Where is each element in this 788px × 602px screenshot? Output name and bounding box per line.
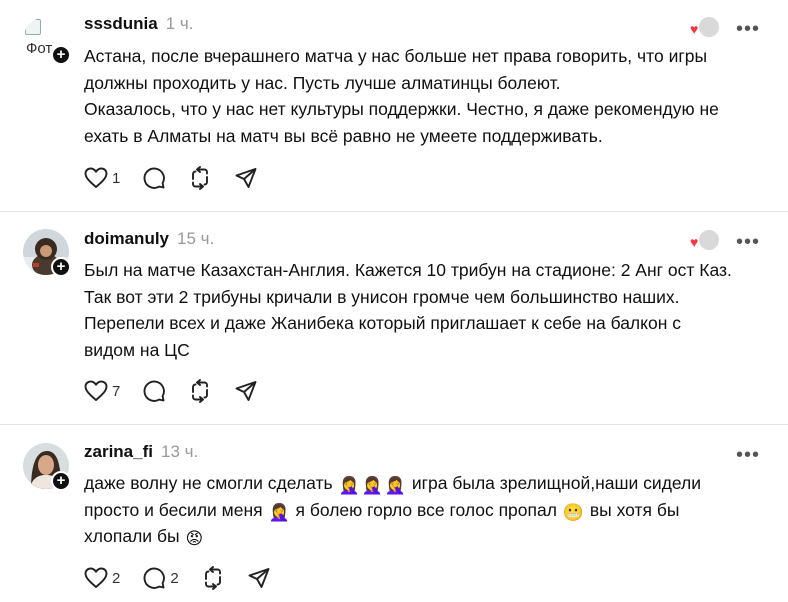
like-count: 7	[112, 382, 121, 400]
post-text-line: хлопали бы 😡	[84, 523, 774, 550]
comment-button[interactable]: 2	[142, 566, 179, 590]
heart-icon	[84, 167, 108, 188]
post-header: zarina_fi 13 ч.	[84, 442, 198, 464]
avatar-container[interactable]: +	[23, 443, 71, 491]
heart-icon	[84, 567, 108, 588]
timestamp[interactable]: 1 ч.	[166, 14, 194, 34]
repost-button[interactable]	[201, 566, 225, 590]
text-segment: я болею горло все голос пропал	[295, 499, 557, 520]
follow-plus-icon[interactable]: +	[51, 45, 71, 65]
reactors-indicator[interactable]: ♥	[690, 16, 720, 38]
grimace-emoji: 😬	[562, 502, 584, 522]
user-avatar-icon	[698, 229, 720, 251]
more-icon[interactable]: •••	[736, 445, 760, 465]
text-segment: просто и бесили меня	[84, 499, 263, 520]
facepalm-emoji: 🤦‍♀️	[338, 476, 360, 495]
action-bar: 1	[84, 166, 280, 190]
post-text-line: ехать в Алматы на матч вы всё равно не у…	[84, 125, 603, 146]
post-text-line: даже волну не смогли сделать 🤦‍♀️ 🤦‍♀️ 🤦‍♀…	[84, 470, 774, 497]
comment-button[interactable]	[142, 166, 166, 190]
like-count: 1	[112, 169, 121, 187]
post-text-line: видом на ЦС	[84, 339, 190, 360]
post-text: Астана, после вчерашнего матча у нас бол…	[84, 43, 774, 149]
post-header: sssdunia 1 ч.	[84, 14, 193, 36]
like-count: 2	[112, 569, 121, 587]
like-button[interactable]: 1	[84, 167, 120, 189]
post-zarina_fi: + zarina_fi 13 ч. ••• даже волну не смог…	[0, 425, 788, 602]
angry-emoji: 😡	[185, 529, 204, 548]
repost-icon	[192, 166, 209, 190]
avatar-alt-text: Фот	[26, 40, 53, 57]
action-bar: 2 2	[84, 566, 293, 590]
username[interactable]: sssdunia	[84, 14, 158, 34]
username[interactable]: zarina_fi	[84, 442, 153, 462]
more-icon[interactable]: •••	[736, 19, 760, 39]
share-icon	[248, 568, 270, 588]
username[interactable]: doimanuly	[84, 229, 169, 249]
comment-icon	[143, 167, 166, 189]
avatar-container[interactable]: +	[23, 229, 71, 277]
timestamp[interactable]: 13 ч.	[161, 442, 198, 462]
follow-plus-icon[interactable]: +	[51, 257, 71, 277]
post-text-line: должны проходить у нас. Пусть лучше алма…	[84, 72, 561, 93]
share-button[interactable]	[247, 566, 271, 590]
broken-image-icon	[25, 19, 41, 35]
post-text-line: просто и бесили меня 🤦‍♀️ я болею горло …	[84, 497, 774, 524]
post-doimanuly: + doimanuly 15 ч. ♥ ••• Был на матче Каз…	[0, 212, 788, 425]
facepalm-emoji: 🤦‍♀️	[361, 476, 383, 495]
follow-plus-icon[interactable]: +	[51, 471, 71, 491]
post-text-line: Астана, после вчерашнего матча у нас бол…	[84, 46, 708, 66]
share-button[interactable]	[234, 379, 258, 403]
avatar-container[interactable]: Фот +	[23, 17, 71, 65]
share-icon	[235, 168, 257, 188]
comment-button[interactable]	[142, 379, 166, 403]
text-segment: игра была зрелищной,наши сидели	[411, 473, 702, 493]
post-header: doimanuly 15 ч.	[84, 229, 214, 251]
like-button[interactable]: 7	[84, 380, 120, 402]
text-segment: хлопали бы	[84, 526, 180, 546]
post-text-line: Был на матче Казахстан-Англия. Кажется 1…	[84, 260, 732, 280]
post-text-line: Перепели всех и даже Жанибека который пр…	[84, 313, 682, 333]
reactors-indicator[interactable]: ♥	[690, 229, 720, 251]
user-avatar-icon	[698, 16, 720, 38]
action-bar: 7	[84, 379, 280, 403]
comment-icon	[143, 567, 166, 589]
heart-icon: ♥	[690, 234, 699, 250]
post-text-line: Оказалось, что у нас нет культуры поддер…	[84, 99, 719, 119]
share-button[interactable]	[234, 166, 258, 190]
repost-icon	[204, 566, 221, 590]
facepalm-emoji: 🤦‍♀️	[268, 502, 290, 522]
repost-icon	[192, 379, 209, 403]
post-sssdunia: Фот + sssdunia 1 ч. ♥ ••• Астана, после …	[0, 0, 788, 212]
share-icon	[235, 381, 257, 401]
comment-count: 2	[170, 569, 179, 587]
heart-icon: ♥	[690, 21, 699, 37]
text-segment: даже волну не смогли сделать	[84, 473, 333, 493]
timestamp[interactable]: 15 ч.	[177, 229, 214, 249]
repost-button[interactable]	[188, 166, 212, 190]
text-segment: вы хотя бы	[589, 499, 680, 520]
facepalm-emoji: 🤦‍♀️	[384, 476, 406, 495]
post-text: даже волну не смогли сделать 🤦‍♀️ 🤦‍♀️ 🤦‍♀…	[84, 470, 774, 550]
repost-button[interactable]	[188, 379, 212, 403]
comment-icon	[143, 380, 166, 402]
more-icon[interactable]: •••	[736, 232, 760, 252]
heart-icon	[84, 380, 108, 401]
post-text-line: Так вот эти 2 трибуны кричали в унисон г…	[84, 286, 680, 307]
post-text: Был на матче Казахстан-Англия. Кажется 1…	[84, 257, 774, 363]
like-button[interactable]: 2	[84, 567, 120, 589]
